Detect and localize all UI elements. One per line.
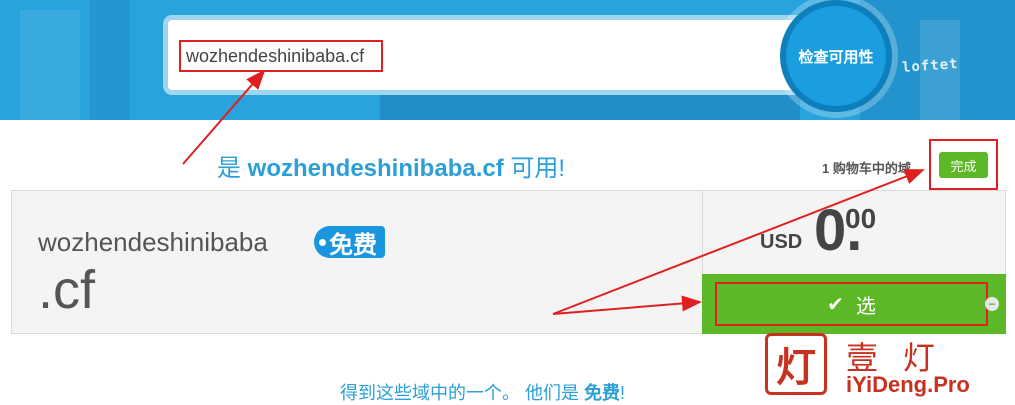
price-currency: USD [760, 231, 803, 253]
availability-message: 是 wozhendeshinibaba.cf 可用! [217, 148, 565, 183]
hero-banner: loftet 检查可用性 [0, 0, 1015, 120]
watermark-logo-icon: 灯 [765, 333, 827, 395]
done-button[interactable]: 完成 [939, 152, 988, 178]
page: loftet 检查可用性 是 wozhendeshinibaba.cf 可用! … [0, 0, 1015, 405]
domain-search-input[interactable] [179, 40, 383, 72]
domain-name: wozhendeshinibaba [38, 227, 268, 257]
bottom-note-text: 得到这些域中的一个。 他们是 [340, 383, 585, 403]
domain-tld: .cf [38, 260, 96, 320]
availability-suffix: 可用! [503, 155, 566, 182]
bottom-note-end: ! [620, 383, 626, 403]
banner-decoration [90, 0, 130, 120]
check-availability-button[interactable]: 检查可用性 [780, 0, 892, 112]
free-badge-label: 免费 [329, 231, 377, 259]
cart-count: 1 购物车中的域 [822, 161, 911, 176]
watermark-english: iYiDeng.Pro [846, 372, 970, 397]
availability-domain: wozhendeshinibaba.cf [247, 155, 504, 182]
check-icon: ✔ [827, 293, 844, 316]
select-button-label: 选 [855, 295, 876, 318]
price-decimal: 00 [845, 203, 877, 234]
banner-decoration [380, 95, 800, 120]
banner-decoration [20, 10, 80, 120]
bottom-note-emphasis: 免费 [584, 383, 621, 403]
free-badge: 免费 [314, 226, 385, 259]
dot-icon [319, 238, 326, 246]
select-bar: ✔ 选 − [702, 274, 1006, 334]
domain-result-card: wozhendeshinibaba 免费 .cf USD 0. 00 ✔ 选 − [11, 190, 1006, 334]
minus-icon[interactable]: − [985, 297, 999, 311]
bottom-note: 得到这些域中的一个。 他们是 免费! [340, 379, 625, 405]
select-button[interactable]: ✔ 选 [715, 282, 988, 326]
done-highlight-box: 完成 [929, 139, 998, 190]
availability-prefix: 是 [217, 155, 248, 182]
domain-search-box [168, 20, 828, 90]
